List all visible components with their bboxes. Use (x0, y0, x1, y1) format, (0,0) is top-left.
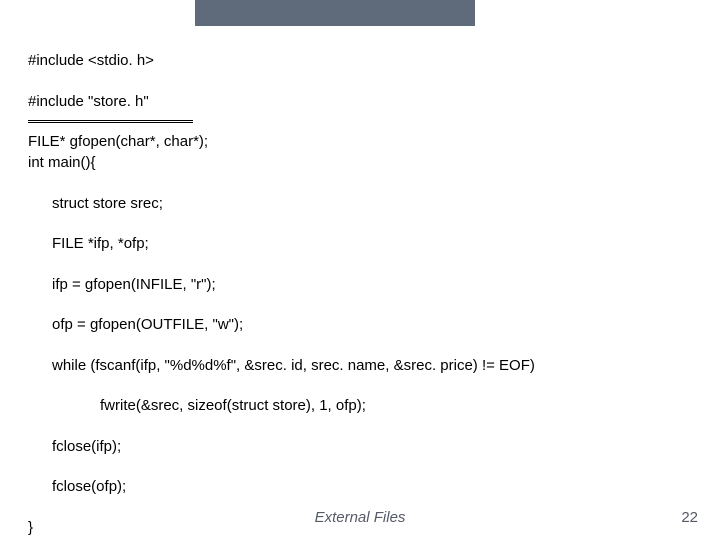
code-line: FILE *ifp, *ofp; (28, 234, 535, 254)
code-line: #include <stdio. h> (28, 51, 208, 71)
code-line: while (fscanf(ifp, "%d%d%f", &srec. id, … (28, 356, 535, 376)
code-block-main: int main(){ struct store srec; FILE *ifp… (28, 133, 535, 540)
title-bar-placeholder (195, 0, 475, 26)
code-line: ofp = gfopen(OUTFILE, "w"); (28, 315, 535, 335)
code-line: #include "store. h" (28, 92, 208, 112)
code-line: ifp = gfopen(INFILE, "r"); (28, 275, 535, 295)
page-number: 22 (681, 509, 698, 526)
code-line: fclose(ofp); (28, 477, 535, 497)
code-line: fwrite(&srec, sizeof(struct store), 1, o… (28, 396, 535, 416)
code-line: int main(){ (28, 153, 535, 173)
divider-line (28, 120, 193, 123)
code-line: fclose(ifp); (28, 437, 535, 457)
code-line: struct store srec; (28, 194, 535, 214)
footer-title: External Files (0, 509, 720, 526)
